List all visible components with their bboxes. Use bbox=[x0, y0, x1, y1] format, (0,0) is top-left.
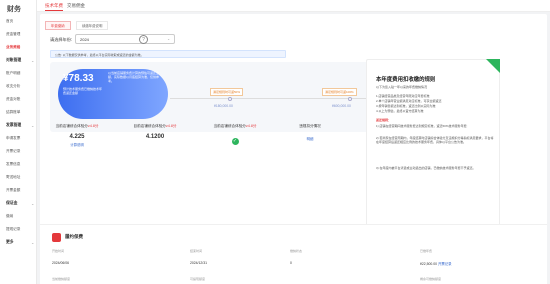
milestone-label-50: 满足规则时可返50% bbox=[210, 88, 244, 96]
col-header: 结束时间 bbox=[190, 249, 203, 253]
metric-threshold: ≥4.8分 bbox=[245, 124, 257, 128]
calc-explain-link[interactable]: 计算说明 bbox=[42, 142, 112, 147]
sidebar-group[interactable]: 发票管理 bbox=[6, 123, 21, 128]
col-header: 剩余可缴纳额度 bbox=[420, 277, 442, 281]
chevron-down-icon: ⌄ bbox=[31, 58, 35, 63]
metric-score-status: 当前店铺综合体验分≥4.8分 ✓ bbox=[200, 124, 270, 147]
milestone-dot bbox=[348, 96, 352, 101]
sidebar-item[interactable]: 结算账单 bbox=[6, 110, 20, 115]
sidebar-group[interactable]: 更多 bbox=[6, 240, 14, 245]
app-logo: 财务 bbox=[7, 6, 21, 13]
cell-status: 0 bbox=[290, 261, 292, 265]
sidebar-item[interactable]: 申请发票 bbox=[6, 136, 20, 141]
deposit-icon bbox=[52, 233, 61, 242]
metric-label: 当前店铺综合体验分 bbox=[213, 124, 246, 128]
metric-label: 当前店铺综合体验分 bbox=[55, 124, 88, 128]
col-header: 已缴年费 bbox=[420, 249, 433, 253]
subtab-renewal-info[interactable]: 续缴年费说明 bbox=[76, 21, 109, 30]
sidebar-item[interactable]: 资金对账 bbox=[6, 97, 20, 102]
top-tabbar: 技术年费 交易佣金 bbox=[37, 0, 550, 12]
milestone-value-50: ¥180,000.00 bbox=[214, 104, 233, 108]
rules-line: 2.单个店铺年营业额满足对应标准，可获全额返还 bbox=[376, 99, 442, 103]
metric-label: 违规扣分情况 bbox=[299, 124, 321, 128]
rules-line: 4.以上为预估，最终以官方结算为准 bbox=[376, 109, 424, 113]
metric-violation: 违规扣分情况 明细 bbox=[275, 124, 345, 141]
metric-threshold: ≥4.8分 bbox=[87, 124, 99, 128]
chevron-down-icon: ⌄ bbox=[31, 123, 35, 128]
sidebar-item[interactable]: 资金管理 bbox=[6, 32, 20, 37]
refund-progress-card: ¥78.33 预计技术服务费已缴纳技术年费返还金额 以当前店铺服务费计算的预估可… bbox=[50, 62, 373, 132]
sidebar-item[interactable]: 业务资格 bbox=[6, 45, 20, 50]
metric-current-score: 目前店铺综合体验分≥4.8分 4.1200 bbox=[120, 124, 190, 140]
milestone-dot bbox=[228, 96, 232, 101]
check-icon: ✓ bbox=[231, 138, 239, 145]
rules-title: 本年度费用扣收缴的规则 bbox=[376, 77, 436, 83]
sidebar-group[interactable]: 对账管理 bbox=[6, 58, 21, 63]
violation-detail-link[interactable]: 明细 bbox=[275, 136, 345, 141]
metric-label: 目前店铺综合体验分 bbox=[133, 124, 166, 128]
sidebar-item[interactable]: 发票信息 bbox=[6, 162, 20, 167]
deposit-title: 履约保费 bbox=[65, 234, 83, 239]
tab-annual-fee[interactable]: 技术年费 bbox=[45, 3, 63, 11]
col-header: 可提现额度 bbox=[190, 277, 206, 281]
chevron-down-icon: ⌄ bbox=[167, 37, 170, 41]
year-select-value: 2024 bbox=[80, 37, 89, 42]
milestone-value-100: ¥600,000.00 bbox=[332, 104, 351, 108]
refund-description: 以当前店铺服务费计算的预估可返还金额，实际数据以月底结算为准，仅供参考。 bbox=[108, 71, 160, 84]
rules-paragraph: 3) 在年度内被平台清退或主动退出的店铺，已缴纳技术服务年费不予返还。 bbox=[376, 166, 476, 170]
cell-start: 2024/06/06 bbox=[52, 261, 69, 265]
progress-axis bbox=[170, 98, 370, 99]
rules-paragraph: 1) 店铺在经营期间技术服务费达到规定标准，返还50%技术服务年费; bbox=[376, 124, 468, 128]
info-icon[interactable]: ? bbox=[139, 35, 148, 44]
year-select[interactable]: 2024 ⌄ bbox=[75, 34, 175, 44]
invoice-record-link[interactable]: 开票记录 bbox=[438, 262, 452, 266]
col-header: 当前缴纳额度 bbox=[52, 277, 71, 281]
col-header: 缴纳状态 bbox=[290, 249, 303, 253]
sidebar-item[interactable]: 缴纳 bbox=[6, 214, 13, 219]
sidebar-item[interactable]: 收支分析 bbox=[6, 84, 20, 89]
year-filter-label: 请选择年份: bbox=[50, 37, 73, 42]
tab-commission[interactable]: 交易佣金 bbox=[67, 3, 85, 9]
metric-threshold: ≥4.8分 bbox=[165, 124, 177, 128]
chevron-down-icon: ⌄ bbox=[31, 201, 35, 206]
col-header: 开始时间 bbox=[52, 249, 65, 253]
rules-section-title: 返还规则： bbox=[376, 118, 392, 122]
sidebar-item[interactable]: 首页 bbox=[6, 19, 13, 24]
metric-experience-score: 当前店铺综合体验分≥4.8分 4.225 计算说明 bbox=[42, 124, 112, 147]
sidebar-item[interactable]: 提现记录 bbox=[6, 227, 20, 232]
sidebar: 财务 首页资金管理业务资格对账管理 ⌄ 账户明细收支分析资金对账结算账单发票管理 ⌄ 申… bbox=[0, 0, 37, 284]
sidebar-item[interactable]: 开票金额 bbox=[6, 188, 20, 193]
rules-paragraph: 2) 若商家在经营周期内，年度结算时店铺综合体验分及违规扣分等指标满足要求，平台… bbox=[376, 136, 494, 144]
rules-line: 1.店铺经营品类及经营年限对应年费标准 bbox=[376, 94, 430, 98]
sidebar-item[interactable]: 开票记录 bbox=[6, 149, 20, 154]
metric-value: 4.225 bbox=[69, 134, 85, 140]
milestone-label-100: 满足规则时可返100% bbox=[322, 88, 357, 96]
deposit-section: 履约保费 开始时间 结束时间 缴纳状态 已缴年费 2024/06/06 2024… bbox=[40, 224, 547, 284]
sidebar-group[interactable]: 保证金 bbox=[6, 201, 17, 206]
rules-line: 3.按年销售额达到标准，返还比例以实际为准 bbox=[376, 104, 436, 108]
sidebar-item[interactable]: 账户明细 bbox=[6, 71, 20, 76]
refund-amount-caption: 预计技术服务费已缴纳技术年费返还金额 bbox=[63, 87, 103, 96]
cell-end: 2024/12/31 bbox=[190, 261, 207, 265]
metric-value: 4.1200 bbox=[145, 134, 165, 140]
cell-paid: ¥22,500.00 bbox=[420, 262, 437, 266]
subtab-fee-payment[interactable]: 年费缴纳 bbox=[45, 21, 71, 30]
sidebar-item[interactable]: 寄送地址 bbox=[6, 175, 20, 180]
notice-bar: 公告: 以下数据仅供参考，最终以平台实际收取或返还的金额为准。 bbox=[50, 50, 286, 58]
rules-line: 以下为您入驻一年以来的年费缴纳情况 bbox=[376, 85, 428, 89]
refund-amount: ¥78.33 bbox=[63, 73, 94, 84]
chevron-down-icon: ⌄ bbox=[31, 240, 35, 245]
